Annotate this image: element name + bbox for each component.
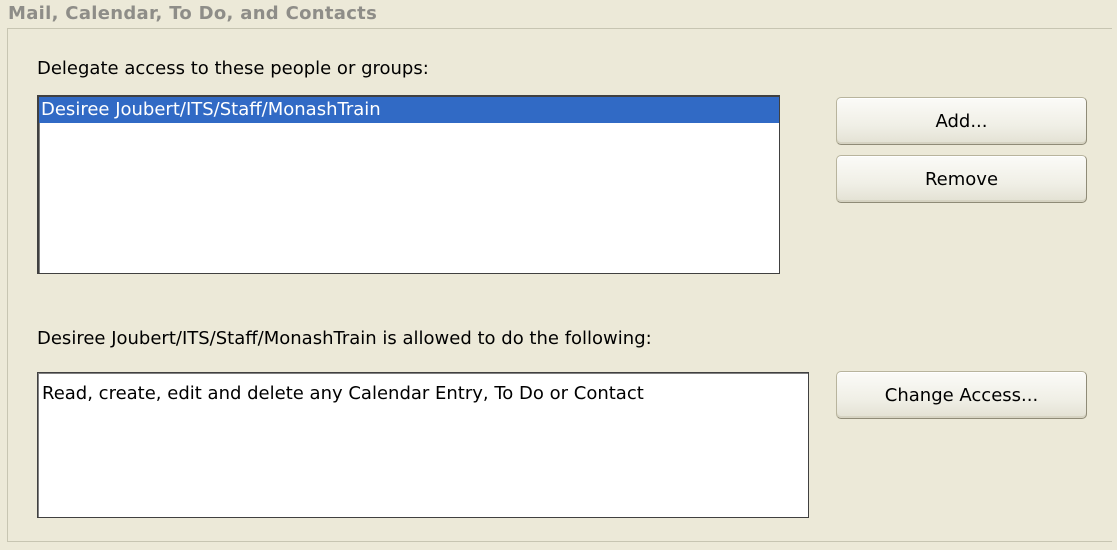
delegate-listbox[interactable]: Desiree Joubert/ITS/Staff/MonashTrain <box>37 95 780 274</box>
group-box-title: Mail, Calendar, To Do, and Contacts <box>8 3 378 24</box>
list-item[interactable]: Desiree Joubert/ITS/Staff/MonashTrain <box>39 97 779 123</box>
remove-button[interactable]: Remove <box>836 155 1087 203</box>
permissions-textbox: Read, create, edit and delete any Calend… <box>37 372 809 518</box>
delegate-list-label: Delegate access to these people or group… <box>37 58 429 79</box>
permissions-label: Desiree Joubert/ITS/Staff/MonashTrain is… <box>37 328 652 349</box>
add-button[interactable]: Add... <box>836 97 1087 145</box>
change-access-button[interactable]: Change Access... <box>836 371 1087 419</box>
